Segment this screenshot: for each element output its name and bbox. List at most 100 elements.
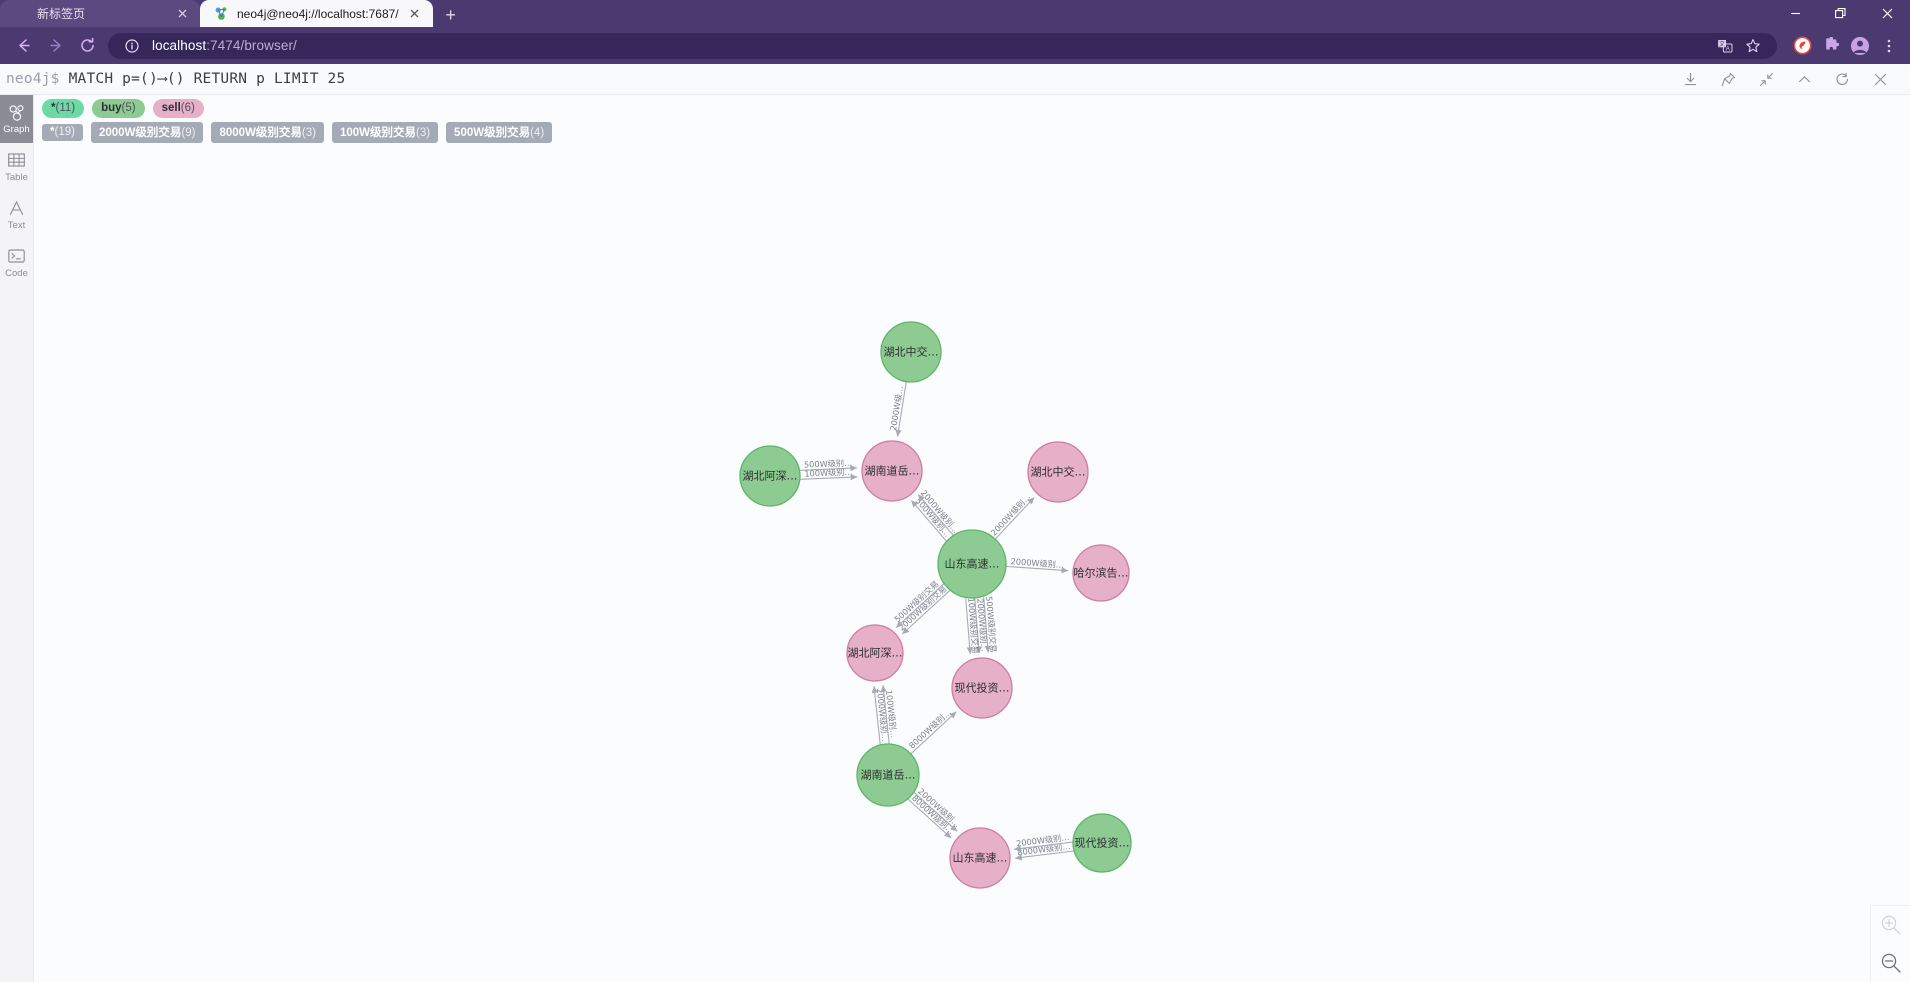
graph-node-label: 现代投资… bbox=[1075, 836, 1130, 850]
chevron-up-icon[interactable] bbox=[1794, 70, 1814, 90]
graph-node[interactable]: 湖北阿深… bbox=[739, 445, 801, 507]
graph-node[interactable]: 现代投资… bbox=[1072, 813, 1132, 873]
restore-icon[interactable] bbox=[1818, 0, 1864, 27]
sidebar-item-label: Text bbox=[7, 220, 26, 231]
graph-node-label: 哈尔滨告… bbox=[1074, 566, 1129, 580]
graph-edge-label: 2000W级别… bbox=[1010, 556, 1064, 570]
legend-rel-text: 8000W级别交易 bbox=[219, 127, 302, 140]
neo4j-browser-app: neo4j$ MATCH p=()⟶() RETURN p LIMIT 25 G… bbox=[0, 64, 1910, 982]
legend-rel-count: (9) bbox=[181, 127, 196, 140]
legend-rel-pill-500w[interactable]: 500W级别交易(4) bbox=[446, 122, 553, 144]
legend-rel-types: *(19) 2000W级别交易(9) 8000W级别交易(3) 100W级别交易… bbox=[42, 122, 553, 144]
legend-rel-pill-8000w[interactable]: 8000W级别交易(3) bbox=[211, 122, 324, 144]
minimize-icon[interactable] bbox=[1772, 0, 1818, 27]
frame-action-buttons bbox=[1680, 64, 1904, 95]
graph-node[interactable]: 山东高速… bbox=[937, 529, 1007, 599]
tab-strip: 新标签页 neo4j@neo4j://localhost:7687/ + bbox=[0, 0, 1910, 27]
back-arrow-icon[interactable] bbox=[8, 31, 38, 61]
sidebar-item-code[interactable]: Code bbox=[0, 239, 33, 287]
graph-node-label: 现代投资… bbox=[955, 681, 1010, 695]
graph-node[interactable]: 湖北中交… bbox=[1027, 441, 1089, 503]
text-icon bbox=[8, 199, 25, 218]
graph-node-label: 山东高速… bbox=[945, 557, 1000, 571]
graph-node[interactable]: 山东高速… bbox=[949, 827, 1011, 889]
legend-pill-count: (6) bbox=[180, 102, 195, 114]
legend-rel-count: (4) bbox=[530, 127, 545, 140]
collapse-icon[interactable] bbox=[1756, 70, 1776, 90]
legend-pill-text: sell bbox=[161, 102, 181, 114]
extensions-puzzle-icon[interactable] bbox=[1818, 33, 1844, 59]
neo4j-favicon-icon bbox=[214, 6, 229, 21]
graph-edge-label: 2000W级别… bbox=[989, 492, 1033, 538]
legend-rel-text: 500W级别交易 bbox=[454, 127, 531, 140]
graph-legend: *(11) buy(5) sell(6) *(19) 2000W级别交易(9) bbox=[42, 99, 553, 144]
zoom-out-icon[interactable] bbox=[1871, 944, 1910, 982]
graph-node-label: 湖北中交… bbox=[1031, 465, 1086, 479]
legend-node-labels: *(11) buy(5) sell(6) bbox=[42, 99, 552, 119]
browser-tab-1[interactable]: 新标签页 bbox=[0, 0, 200, 27]
zoom-in-icon[interactable] bbox=[1871, 906, 1910, 944]
graph-node[interactable]: 湖南道岳… bbox=[861, 440, 923, 502]
browser-tab-2[interactable]: neo4j@neo4j://localhost:7687/ bbox=[200, 0, 433, 27]
graph-node[interactable]: 湖北阿深… bbox=[846, 624, 904, 682]
code-icon bbox=[8, 247, 25, 266]
tab-close-icon[interactable] bbox=[407, 6, 423, 22]
sidebar-item-text[interactable]: Text bbox=[0, 191, 33, 239]
extension-badge-icon[interactable] bbox=[1789, 33, 1815, 59]
address-bar-url: localhost:7474/browser/ bbox=[152, 38, 297, 53]
graph-node[interactable]: 湖北中交… bbox=[880, 321, 942, 383]
chrome-menu-icon[interactable] bbox=[1876, 33, 1902, 59]
legend-rel-pill-100w[interactable]: 100W级别交易(3) bbox=[331, 122, 439, 144]
browser-toolbar-icons bbox=[1785, 33, 1902, 59]
graph-node[interactable]: 湖南道岳… bbox=[856, 743, 920, 807]
graph-node-label: 湖北中交… bbox=[884, 345, 939, 359]
legend-rel-count: (3) bbox=[415, 127, 431, 140]
graph-node[interactable]: 现代投资… bbox=[951, 657, 1013, 719]
zoom-controls bbox=[1870, 905, 1910, 982]
blank-favicon-icon bbox=[14, 6, 29, 21]
legend-pill-buy[interactable]: buy(5) bbox=[92, 99, 145, 119]
query-prompt: neo4j$ bbox=[6, 71, 60, 87]
forward-arrow-icon[interactable] bbox=[40, 31, 70, 61]
profile-avatar-icon[interactable] bbox=[1847, 33, 1873, 59]
translate-icon[interactable]: 文 A bbox=[1713, 34, 1737, 58]
table-icon bbox=[8, 151, 25, 170]
graph-visualization[interactable]: 2000W级…500W级别…100W级别…500W级别…2000W级别… 2000… bbox=[34, 95, 1910, 982]
reload-icon[interactable] bbox=[72, 31, 102, 61]
sidebar-item-table[interactable]: Table bbox=[0, 143, 33, 191]
legend-rel-pill-2000w[interactable]: 2000W级别交易(9) bbox=[90, 122, 204, 144]
graph-node-label: 湖北阿深… bbox=[743, 470, 798, 483]
graph-edge-label: 8000W级别… bbox=[907, 707, 953, 751]
rerun-icon[interactable] bbox=[1832, 70, 1852, 90]
tab-title: 新标签页 bbox=[37, 7, 86, 21]
legend-pill-text: buy bbox=[101, 102, 122, 114]
download-icon[interactable] bbox=[1680, 70, 1700, 90]
bookmark-star-icon[interactable] bbox=[1741, 34, 1765, 58]
graph-edge-label: 100W级别… bbox=[804, 467, 853, 479]
svg-text:A: A bbox=[1726, 46, 1730, 52]
query-text[interactable]: MATCH p=()⟶() RETURN p LIMIT 25 bbox=[69, 71, 346, 87]
sidebar-item-label: Table bbox=[5, 172, 28, 183]
graph-node-label: 湖南道岳… bbox=[865, 464, 920, 478]
graph-node-label: 湖北阿深… bbox=[848, 647, 903, 660]
legend-pill-all-nodes[interactable]: *(11) bbox=[42, 99, 85, 119]
graph-node[interactable]: 哈尔滨告… bbox=[1072, 544, 1130, 602]
graph-canvas[interactable]: *(11) buy(5) sell(6) *(19) 2000W级别交易(9) bbox=[34, 95, 1910, 982]
query-editor-bar[interactable]: neo4j$ MATCH p=()⟶() RETURN p LIMIT 25 bbox=[0, 64, 1910, 95]
legend-rel-pill-all[interactable]: *(19) bbox=[42, 124, 83, 142]
view-mode-sidebar: Graph Table Text Code bbox=[0, 95, 34, 982]
tab-close-icon[interactable] bbox=[174, 6, 190, 22]
sidebar-item-graph[interactable]: Graph bbox=[0, 95, 33, 143]
graph-edges: 2000W级…500W级别…100W级别…500W级别…2000W级别… 2000… bbox=[799, 381, 1074, 861]
graph-icon bbox=[8, 103, 26, 122]
new-tab-button[interactable]: + bbox=[437, 3, 465, 27]
graph-node-label: 山东高速… bbox=[953, 851, 1008, 865]
close-icon[interactable] bbox=[1864, 0, 1910, 27]
site-info-icon[interactable] bbox=[120, 34, 144, 58]
address-bar[interactable]: localhost:7474/browser/ 文 A bbox=[108, 32, 1777, 59]
legend-rel-text: 2000W级别交易 bbox=[98, 127, 182, 140]
close-icon[interactable] bbox=[1870, 70, 1890, 90]
pin-icon[interactable] bbox=[1718, 70, 1738, 90]
legend-pill-sell[interactable]: sell(6) bbox=[152, 99, 204, 119]
window-controls bbox=[1772, 0, 1910, 27]
